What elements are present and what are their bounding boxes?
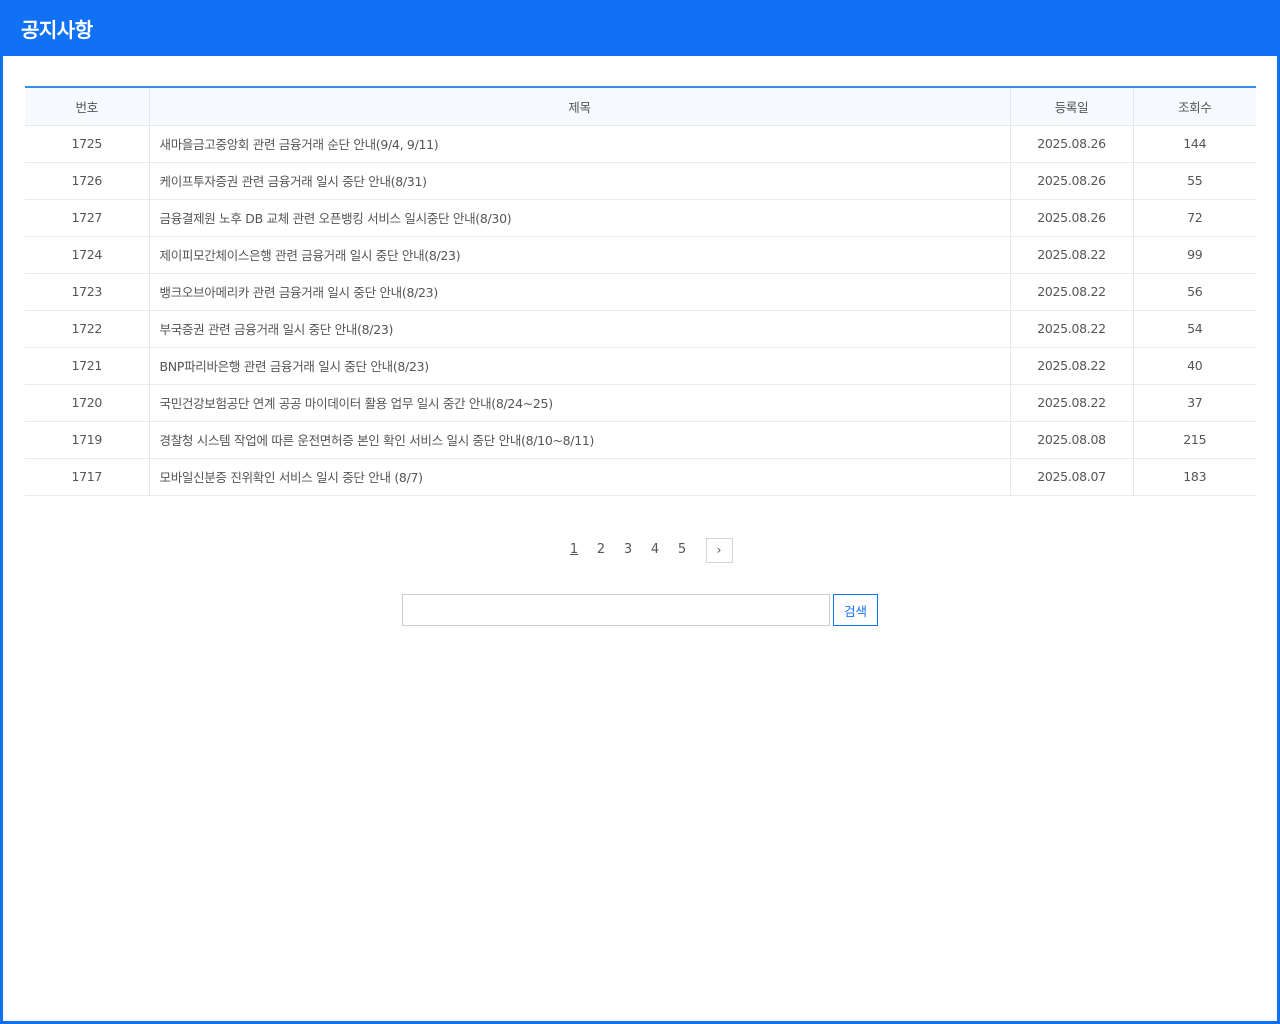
table-row[interactable]: 1726 케이프투자증권 관련 금융거래 일시 중단 안내(8/31) 2025…	[25, 162, 1256, 200]
row-date: 2025.08.22	[1009, 384, 1133, 422]
page-link-1[interactable]: 1	[561, 537, 588, 563]
table-row[interactable]: 1727 금융결제원 노후 DB 교체 관련 오픈뱅킹 서비스 일시중단 안내(…	[25, 199, 1256, 237]
row-title-link[interactable]: 새마을금고중앙회 관련 금융거래 순단 안내(9/4, 9/11)	[148, 125, 1010, 163]
page-link-3[interactable]: 3	[615, 537, 642, 563]
table-row[interactable]: 1724 제이피모간체이스은행 관련 금융거래 일시 중단 안내(8/23) 2…	[25, 236, 1256, 274]
row-views: 215	[1132, 421, 1256, 459]
row-views: 40	[1132, 347, 1256, 385]
row-number: 1727	[25, 199, 149, 237]
table-header-row: 번호 제목 등록일 조회수	[25, 87, 1256, 126]
search-button[interactable]: 검색	[833, 594, 878, 626]
row-title-link[interactable]: 케이프투자증권 관련 금융거래 일시 중단 안내(8/31)	[148, 162, 1010, 200]
chevron-right-icon: ›	[716, 543, 722, 557]
pagination: 1 2 3 4 5 ›	[3, 537, 1277, 563]
row-title-link[interactable]: 뱅크오브아메리카 관련 금융거래 일시 중단 안내(8/23)	[148, 273, 1010, 311]
row-date: 2025.08.26	[1009, 125, 1133, 163]
row-views: 55	[1132, 162, 1256, 200]
row-number: 1725	[25, 125, 149, 163]
column-header-no: 번호	[25, 87, 149, 126]
row-number: 1721	[25, 347, 149, 385]
row-date: 2025.08.22	[1009, 347, 1133, 385]
row-date: 2025.08.08	[1009, 421, 1133, 459]
row-date: 2025.08.22	[1009, 236, 1133, 274]
row-title-link[interactable]: 경찰청 시스템 작업에 따른 운전면허증 본인 확인 서비스 일시 중단 안내(…	[148, 421, 1010, 459]
row-date: 2025.08.22	[1009, 310, 1133, 348]
table-row[interactable]: 1723 뱅크오브아메리카 관련 금융거래 일시 중단 안내(8/23) 202…	[25, 273, 1256, 311]
row-number: 1719	[25, 421, 149, 459]
column-header-title: 제목	[148, 87, 1010, 126]
row-title-link[interactable]: 국민건강보험공단 연계 공공 마이데이터 활용 업무 일시 중간 안내(8/24…	[148, 384, 1010, 422]
row-views: 99	[1132, 236, 1256, 274]
row-title-link[interactable]: 제이피모간체이스은행 관련 금융거래 일시 중단 안내(8/23)	[148, 236, 1010, 274]
row-number: 1722	[25, 310, 149, 348]
page-title: 공지사항	[21, 17, 93, 42]
table-row[interactable]: 1722 부국증권 관련 금융거래 일시 중단 안내(8/23) 2025.08…	[25, 310, 1256, 348]
row-number: 1724	[25, 236, 149, 274]
row-number: 1723	[25, 273, 149, 311]
table-row[interactable]: 1725 새마을금고중앙회 관련 금융거래 순단 안내(9/4, 9/11) 2…	[25, 125, 1256, 163]
row-title-link[interactable]: 모바일신분증 진위확인 서비스 일시 중단 안내 (8/7)	[148, 458, 1010, 496]
page-link-4[interactable]: 4	[642, 537, 669, 563]
row-title-link[interactable]: 금융결제원 노후 DB 교체 관련 오픈뱅킹 서비스 일시중단 안내(8/30)	[148, 199, 1010, 237]
row-date: 2025.08.22	[1009, 273, 1133, 311]
row-number: 1726	[25, 162, 149, 200]
search-input[interactable]	[402, 594, 830, 626]
row-views: 72	[1132, 199, 1256, 237]
row-views: 54	[1132, 310, 1256, 348]
next-page-button[interactable]: ›	[705, 537, 733, 563]
table-row[interactable]: 1720 국민건강보험공단 연계 공공 마이데이터 활용 업무 일시 중간 안내…	[25, 384, 1256, 422]
page-link-5[interactable]: 5	[669, 537, 696, 563]
table-row[interactable]: 1721 BNP파리바은행 관련 금융거래 일시 중단 안내(8/23) 202…	[25, 347, 1256, 385]
search-bar: 검색	[402, 594, 878, 626]
row-title-link[interactable]: BNP파리바은행 관련 금융거래 일시 중단 안내(8/23)	[148, 347, 1010, 385]
row-number: 1720	[25, 384, 149, 422]
row-title-link[interactable]: 부국증권 관련 금융거래 일시 중단 안내(8/23)	[148, 310, 1010, 348]
row-views: 144	[1132, 125, 1256, 163]
row-views: 37	[1132, 384, 1256, 422]
column-header-views: 조회수	[1132, 87, 1256, 126]
table-row[interactable]: 1719 경찰청 시스템 작업에 따른 운전면허증 본인 확인 서비스 일시 중…	[25, 421, 1256, 459]
row-date: 2025.08.26	[1009, 162, 1133, 200]
column-header-date: 등록일	[1009, 87, 1133, 126]
row-number: 1717	[25, 458, 149, 496]
page-link-2[interactable]: 2	[588, 537, 615, 563]
row-date: 2025.08.26	[1009, 199, 1133, 237]
row-views: 183	[1132, 458, 1256, 496]
row-views: 56	[1132, 273, 1256, 311]
row-date: 2025.08.07	[1009, 458, 1133, 496]
table-row[interactable]: 1717 모바일신분증 진위확인 서비스 일시 중단 안내 (8/7) 2025…	[25, 458, 1256, 496]
content-panel: 번호 제목 등록일 조회수 1725 새마을금고중앙회 관련 금융거래 순단 안…	[3, 56, 1277, 1021]
notice-table: 번호 제목 등록일 조회수 1725 새마을금고중앙회 관련 금융거래 순단 안…	[25, 86, 1256, 496]
page-header: 공지사항	[0, 0, 1280, 56]
